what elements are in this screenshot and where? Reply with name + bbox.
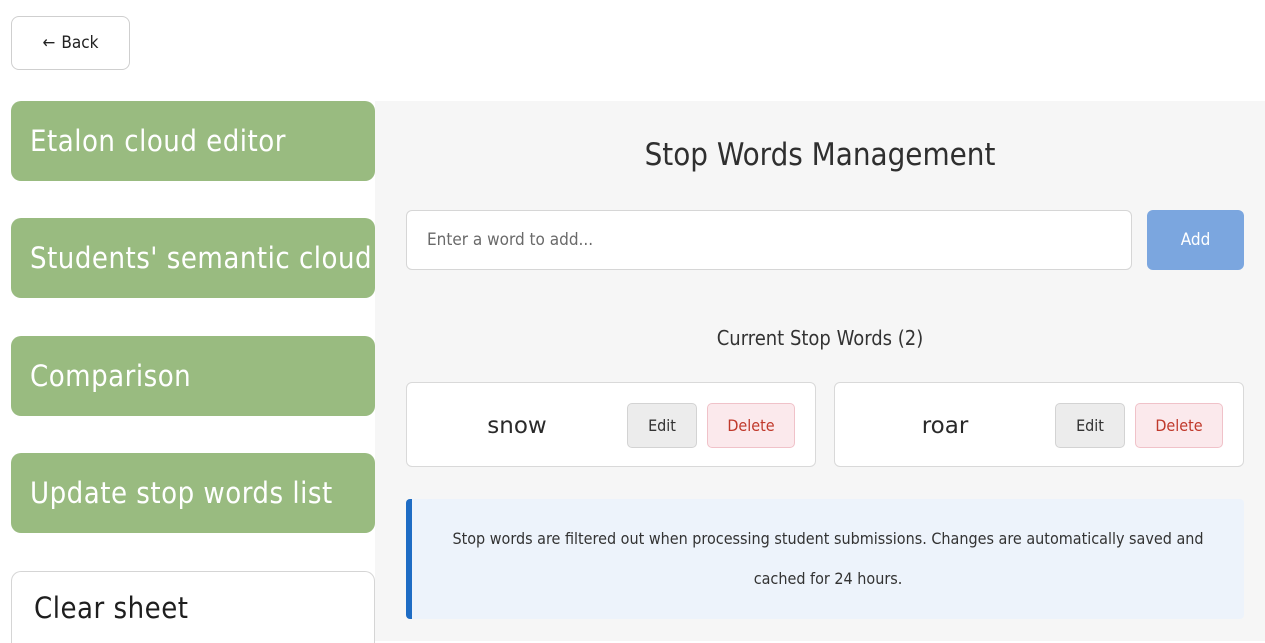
back-button-label: Back bbox=[61, 33, 99, 53]
comparison-button[interactable]: Comparison bbox=[11, 336, 375, 416]
stop-word-text: roar bbox=[921, 412, 969, 439]
stop-word-card: roar Edit Delete bbox=[834, 382, 1244, 467]
page-title: Stop Words Management bbox=[644, 137, 996, 173]
info-note-text: Stop words are filtered out when process… bbox=[452, 529, 1204, 588]
update-stop-words-button[interactable]: Update stop words list bbox=[11, 453, 375, 533]
students-semantic-cloud-button[interactable]: Students' semantic cloud bbox=[11, 218, 375, 298]
clear-sheet-label: Clear sheet bbox=[34, 590, 189, 625]
clear-sheet-button[interactable]: Clear sheet bbox=[11, 571, 375, 643]
add-word-input[interactable] bbox=[406, 210, 1132, 270]
etalon-cloud-editor-button[interactable]: Etalon cloud editor bbox=[11, 101, 375, 181]
update-stop-words-label: Update stop words list bbox=[30, 476, 333, 510]
comparison-label: Comparison bbox=[30, 359, 192, 393]
stop-words-count-title: Current Stop Words (2) bbox=[716, 326, 924, 350]
back-button[interactable]: ← Back bbox=[11, 16, 130, 70]
delete-word-button[interactable]: Delete bbox=[707, 403, 795, 448]
stop-words-panel: Stop Words Management Add Current Stop W… bbox=[375, 101, 1265, 641]
etalon-cloud-editor-label: Etalon cloud editor bbox=[30, 124, 286, 158]
delete-word-button[interactable]: Delete bbox=[1135, 403, 1223, 448]
add-word-button[interactable]: Add bbox=[1147, 210, 1244, 270]
info-note: Stop words are filtered out when process… bbox=[406, 499, 1244, 619]
stop-word-card: snow Edit Delete bbox=[406, 382, 816, 467]
arrow-left-icon: ← bbox=[42, 33, 56, 53]
edit-word-button[interactable]: Edit bbox=[1055, 403, 1125, 448]
students-semantic-cloud-label: Students' semantic cloud bbox=[30, 241, 373, 275]
edit-word-button[interactable]: Edit bbox=[627, 403, 697, 448]
stop-word-text: snow bbox=[487, 412, 547, 439]
